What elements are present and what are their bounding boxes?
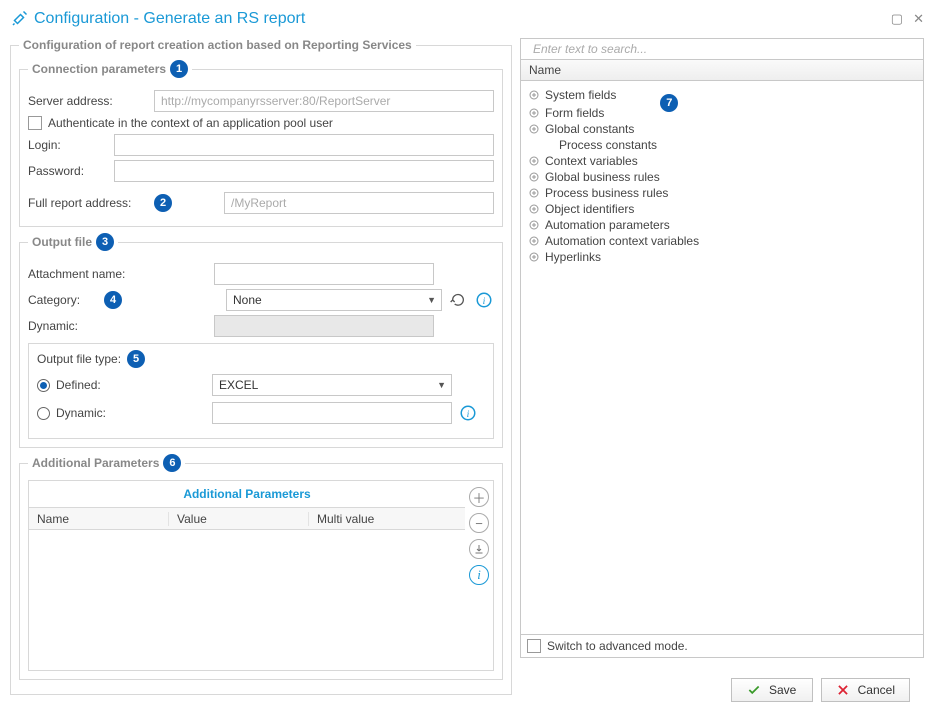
tree-item[interactable]: Automation parameters [523,217,921,233]
cancel-button[interactable]: Cancel [821,678,910,702]
dynamic-input [214,315,434,337]
tree-item[interactable]: Context variables [523,153,921,169]
expand-icon[interactable] [527,186,541,200]
expand-icon[interactable] [527,250,541,264]
defined-label: Defined: [56,378,206,392]
tree-item[interactable]: Automation context variables [523,233,921,249]
defined-radio[interactable] [37,379,50,392]
tree-item[interactable]: System fields7 [523,85,921,105]
expand-icon[interactable] [527,218,541,232]
tree-item-label: Object identifiers [545,202,634,216]
tree-item-label: Process business rules [545,186,668,200]
attachment-label: Attachment name: [28,267,208,281]
tree-item-label: Automation context variables [545,234,699,248]
output-legend: Output file [32,235,92,249]
tree-item[interactable]: Form fields [523,105,921,121]
tree-item-label: Form fields [545,106,604,120]
badge-4: 4 [104,291,122,309]
full-report-input[interactable] [224,192,494,214]
info-icon[interactable]: i [458,403,478,423]
password-input[interactable] [114,160,494,182]
badge-2: 2 [154,194,172,212]
oft-dynamic-label: Dynamic: [56,406,206,420]
params-grid-body[interactable] [29,530,465,670]
login-input[interactable] [114,134,494,156]
server-address-label: Server address: [28,94,148,108]
server-address-input[interactable] [154,90,494,112]
expand-icon[interactable] [527,234,541,248]
oft-dynamic-input[interactable] [212,402,452,424]
tree-column-header[interactable]: Name [520,60,924,81]
oft-label: Output file type: [37,352,121,366]
close-icon[interactable]: ✕ [913,11,924,27]
maximize-icon[interactable]: ▢ [891,11,903,27]
main-legend: Configuration of report creation action … [19,38,416,52]
tree-item-label: Process constants [559,138,657,152]
tree-item[interactable]: Global constants [523,121,921,137]
refresh-icon[interactable] [448,290,468,310]
expand-icon[interactable] [527,122,541,136]
connection-fieldset: Connection parameters 1 Server address: … [19,60,503,227]
auth-label: Authenticate in the context of an applic… [48,116,333,130]
advanced-mode-label: Switch to advanced mode. [547,639,688,653]
output-file-type-group: Output file type: 5 Defined: ▼ [28,343,494,439]
tree-item-label: Hyperlinks [545,250,601,264]
svg-text:i: i [467,409,470,420]
tree-item[interactable]: Global business rules [523,169,921,185]
expand-icon[interactable] [527,88,541,102]
tree-item[interactable]: Process constants [523,137,921,153]
tree-item[interactable]: Object identifiers [523,201,921,217]
params-col-multi[interactable]: Multi value [309,512,465,526]
field-tree: System fields7Form fields Global constant… [520,81,924,635]
defined-select[interactable] [212,374,452,396]
params-col-value[interactable]: Value [169,512,309,526]
expand-icon[interactable] [527,202,541,216]
params-col-name[interactable]: Name [29,512,169,526]
output-fieldset: Output file 3 Attachment name: Category:… [19,233,503,448]
advanced-mode-checkbox[interactable] [527,639,541,653]
svg-text:i: i [483,296,486,307]
password-label: Password: [28,164,108,178]
tree-item[interactable]: Hyperlinks [523,249,921,265]
tree-item[interactable]: Process business rules [523,185,921,201]
cross-icon [836,683,850,697]
wrench-icon [10,10,28,28]
tree-item-label: Global constants [545,122,634,136]
connection-legend: Connection parameters [32,62,166,76]
category-select[interactable] [226,289,442,311]
tree-item-label: Automation parameters [545,218,670,232]
window-title: Configuration - Generate an RS report [34,10,891,28]
save-button[interactable]: Save [731,678,813,702]
expand-icon[interactable] [527,106,541,120]
add-icon[interactable]: ＋ [469,487,489,507]
params-legend: Additional Parameters [32,456,159,470]
additional-params-fieldset: Additional Parameters 6 Additional Param… [19,454,503,680]
expand-icon[interactable] [527,154,541,168]
tree-item-label: System fields [545,88,616,102]
badge-1: 1 [170,60,188,78]
badge-5: 5 [127,350,145,368]
badge-6: 6 [163,454,181,472]
auth-checkbox[interactable] [28,116,42,130]
check-icon [747,683,761,697]
login-label: Login: [28,138,108,152]
full-report-label: Full report address: [28,196,148,210]
dynamic-radio[interactable] [37,407,50,420]
tree-item-label: Context variables [545,154,638,168]
params-header: Additional Parameters [29,481,465,508]
expand-icon[interactable] [527,138,541,152]
attachment-input[interactable] [214,263,434,285]
badge-3: 3 [96,233,114,251]
info-icon[interactable]: i [469,565,489,585]
category-label: Category: [28,293,98,307]
search-box [520,38,924,60]
dynamic-label: Dynamic: [28,319,208,333]
tree-item-label: Global business rules [545,170,660,184]
expand-icon[interactable] [527,170,541,184]
search-input[interactable] [527,41,917,57]
main-fieldset: Configuration of report creation action … [10,38,512,695]
info-icon[interactable]: i [474,290,494,310]
download-icon[interactable] [469,539,489,559]
remove-icon[interactable]: − [469,513,489,533]
